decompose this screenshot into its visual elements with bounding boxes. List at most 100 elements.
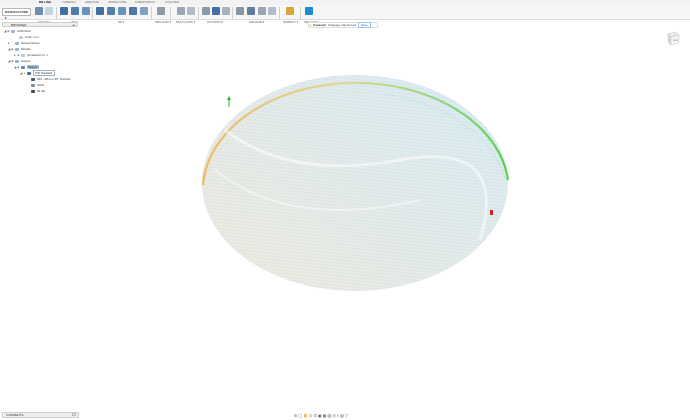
toolpath-pass bbox=[55, 30, 655, 39]
3d-viewport[interactable] bbox=[0, 30, 690, 410]
toolpath-pass bbox=[55, 321, 655, 381]
3d-pocket-icon[interactable] bbox=[107, 7, 115, 15]
notification-message: Changes may be lost bbox=[328, 23, 357, 27]
manage-group-label[interactable]: MANAGE ▾ bbox=[249, 20, 264, 24]
3d-group-label[interactable]: 3D ▾ bbox=[118, 20, 124, 24]
toolpath-pass bbox=[55, 350, 655, 410]
multi-axis-icon[interactable] bbox=[177, 7, 185, 15]
toolpath-pass bbox=[202, 285, 508, 291]
drilling-group-label[interactable]: DRILLING ▾ bbox=[155, 20, 171, 24]
toolpath-pass bbox=[55, 30, 655, 67]
toolpath-pass bbox=[55, 292, 655, 352]
toolpath-pass bbox=[55, 331, 655, 391]
toolpath-pass bbox=[55, 343, 655, 403]
actions-label-text: ACTIONS bbox=[207, 20, 221, 24]
3d-scallop-icon[interactable] bbox=[140, 7, 148, 15]
drilling-label-text: DRILLING bbox=[155, 20, 169, 24]
actions-group-label[interactable]: ACTIONS ▾ bbox=[207, 20, 223, 24]
comments-title: COMMENTS bbox=[6, 413, 24, 417]
template-library-icon[interactable] bbox=[258, 7, 266, 15]
multi-axis-label-text: MULTI-AXIS bbox=[176, 20, 193, 24]
toolbar-separator bbox=[300, 7, 301, 19]
3d-contour-icon[interactable] bbox=[129, 7, 137, 15]
toolpath-pass bbox=[55, 30, 655, 74]
toolpath-pass bbox=[55, 30, 655, 35]
toolbar-separator bbox=[170, 7, 171, 19]
toolpath-pass bbox=[202, 288, 508, 291]
cam-application-window: MILLING TURNING ADDITIVE INSPECTION FABR… bbox=[0, 0, 690, 420]
toolpath-pass bbox=[55, 295, 655, 355]
drill-icon[interactable] bbox=[157, 7, 165, 15]
toolpath-pass bbox=[55, 334, 655, 394]
tool-end-marker bbox=[490, 210, 493, 215]
toolpath-pass bbox=[55, 30, 655, 48]
inspect-group-label[interactable]: INSPECT ▾ bbox=[283, 20, 298, 24]
toolpath-pass bbox=[55, 305, 655, 365]
toolpath-pass bbox=[55, 324, 655, 384]
measure-icon[interactable] bbox=[286, 7, 294, 15]
save-button[interactable]: Save bbox=[357, 22, 371, 28]
toolpath-pass bbox=[55, 337, 655, 397]
toolpath-pass bbox=[55, 299, 655, 359]
toolpath-pass bbox=[55, 30, 655, 51]
panel-menu-icon[interactable]: ▸| bbox=[73, 23, 75, 27]
2d-pocket-icon[interactable] bbox=[71, 7, 79, 15]
toolbar-separator bbox=[92, 7, 93, 19]
setup-sheet-action-icon[interactable] bbox=[222, 7, 230, 15]
workspace-label: MANUFACTURE bbox=[5, 10, 29, 14]
notification-label: Unsaved: bbox=[312, 23, 327, 27]
toolpath-pass bbox=[55, 30, 655, 42]
3d-adaptive-icon[interactable] bbox=[96, 7, 104, 15]
toolbar-separator bbox=[198, 7, 199, 19]
toolbar-separator bbox=[232, 7, 233, 19]
browser-title: BROWSER bbox=[11, 23, 27, 27]
inspect-label-text: INSPECT bbox=[283, 20, 296, 24]
toolbar-separator bbox=[56, 7, 57, 19]
toolpath-pass bbox=[55, 30, 655, 55]
select-icon[interactable] bbox=[305, 7, 313, 15]
browser-panel-header[interactable]: BROWSER ▸| bbox=[2, 22, 78, 27]
multi-axis-group-label[interactable]: MULTI-AXIS ▾ bbox=[176, 20, 195, 24]
toolpath-pass bbox=[55, 347, 655, 407]
toolpath-disk bbox=[55, 30, 655, 410]
post-process-icon[interactable] bbox=[212, 7, 220, 15]
filter-icon[interactable]: ▽ bbox=[345, 413, 349, 418]
toolpath-pass bbox=[55, 308, 655, 368]
toolpath-pass bbox=[55, 30, 655, 71]
tool-library-icon[interactable] bbox=[236, 7, 244, 15]
toolbar-separator bbox=[279, 7, 280, 19]
toolpath-pass bbox=[55, 30, 655, 61]
toolpath-pass bbox=[202, 75, 508, 78]
3d-parallel-icon[interactable] bbox=[118, 7, 126, 15]
ribbon-toolbar: MANUFACTURE ▾ SETUP ▾ 2D ▾ 3D ▾ bbox=[0, 5, 690, 24]
toolbar-separator bbox=[151, 7, 152, 19]
toolpath-pass bbox=[55, 302, 655, 362]
toolpath-pass bbox=[202, 282, 508, 291]
swarf-icon[interactable] bbox=[187, 7, 195, 15]
toolpath-pass bbox=[55, 30, 655, 58]
3d-label-text: 3D bbox=[118, 20, 122, 24]
toolpath-pass bbox=[55, 327, 655, 387]
toolpath-pass bbox=[55, 30, 655, 64]
toolpath-pass bbox=[55, 353, 655, 410]
tool-start-marker bbox=[227, 96, 231, 107]
2d-adaptive-icon[interactable] bbox=[60, 7, 68, 15]
new-setup-icon[interactable] bbox=[35, 7, 43, 15]
manage-label-text: MANAGE bbox=[249, 20, 263, 24]
toolpath-pass bbox=[55, 318, 655, 378]
machine-library-icon[interactable] bbox=[247, 7, 255, 15]
post-library-icon[interactable] bbox=[268, 7, 276, 15]
toolpath-pass bbox=[55, 340, 655, 400]
simulate-icon[interactable] bbox=[202, 7, 210, 15]
toolpath-pass bbox=[55, 315, 655, 375]
workspace-switcher[interactable]: MANUFACTURE ▾ bbox=[2, 8, 31, 20]
toolpath-pass bbox=[202, 75, 508, 81]
navigation-bar: ⊕▢✋⊙⊡▣▦▥◎◐▤▽ bbox=[294, 412, 396, 419]
comments-panel[interactable]: COMMENTS bbox=[2, 412, 79, 418]
toolpath-pass bbox=[55, 311, 655, 371]
2d-contour-icon[interactable] bbox=[82, 7, 90, 15]
add-comment-icon[interactable] bbox=[72, 413, 76, 416]
setup-sheet-icon[interactable] bbox=[45, 7, 53, 15]
toolpath-pass bbox=[55, 30, 655, 32]
warning-icon: ▲ bbox=[309, 23, 312, 27]
